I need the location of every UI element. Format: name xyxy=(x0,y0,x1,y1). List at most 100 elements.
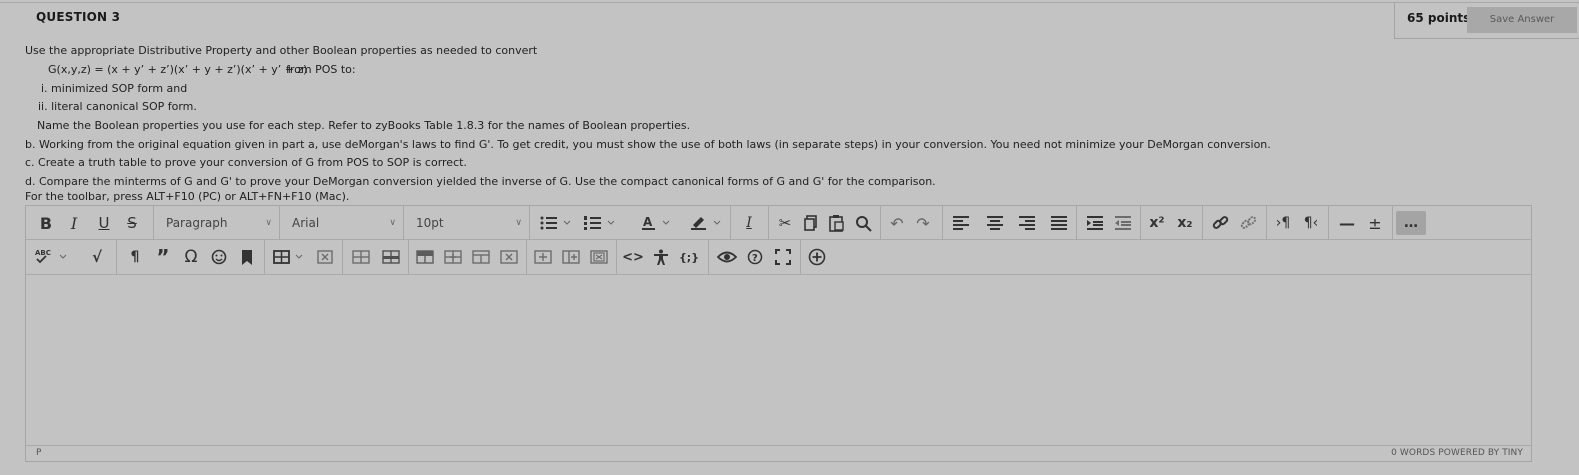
question-part-c: c. Create a truth table to prove your co… xyxy=(25,156,467,169)
accessibility-icon[interactable] xyxy=(648,245,674,269)
question-name-props: Name the Boolean properties you use for … xyxy=(37,119,691,132)
font-family-value: Arial xyxy=(292,216,320,230)
chevron-down-icon: ∨ xyxy=(265,218,272,228)
table-delete-row-icon[interactable] xyxy=(586,245,612,269)
unlink-icon[interactable] xyxy=(1236,211,1262,235)
cut-icon[interactable]: ✂ xyxy=(772,211,798,235)
editor-content-area[interactable] xyxy=(26,276,1531,446)
question-part-b: b. Working from the original equation gi… xyxy=(25,138,1271,151)
paste-icon[interactable] xyxy=(824,211,850,235)
spellcheck-icon[interactable]: ABC xyxy=(32,245,72,269)
fullscreen-icon[interactable] xyxy=(770,245,796,269)
chevron-down-icon: ∨ xyxy=(389,218,396,228)
link-icon[interactable] xyxy=(1208,211,1234,235)
paragraph-mark-icon[interactable]: ¶ xyxy=(122,245,148,269)
font-family-dropdown[interactable]: Arial ∨ xyxy=(282,211,400,235)
ltr-icon[interactable]: ›¶ xyxy=(1270,211,1296,235)
redo-icon[interactable]: ↷ xyxy=(910,211,936,235)
math-icon[interactable]: √ xyxy=(84,245,110,269)
bookmark-icon[interactable] xyxy=(234,245,260,269)
table-row-before-icon[interactable] xyxy=(348,245,374,269)
align-right-icon[interactable] xyxy=(1014,211,1040,235)
toolbar-separator xyxy=(342,240,343,275)
help-icon[interactable]: ? xyxy=(742,245,768,269)
table-col-after-icon[interactable] xyxy=(440,245,466,269)
question-part-d: d. Compare the minterms of G and G' to p… xyxy=(25,175,936,188)
add-content-icon[interactable] xyxy=(804,245,830,269)
toolbar-separator xyxy=(408,240,409,275)
rich-text-editor: B I U S Paragraph ∨ Arial ∨ 10pt ∨ A I ✂… xyxy=(25,205,1532,462)
numbered-list-icon[interactable] xyxy=(580,211,620,235)
toolbar-separator xyxy=(730,206,731,240)
editor-statusbar: P 0 WORDS POWERED BY TINY xyxy=(26,445,1531,461)
outdent-icon[interactable] xyxy=(1110,211,1136,235)
justify-icon[interactable] xyxy=(1046,211,1072,235)
strikethrough-icon[interactable]: S xyxy=(120,211,144,235)
block-format-value: Paragraph xyxy=(166,216,228,230)
subscript-icon[interactable]: x₂ xyxy=(1172,211,1198,235)
question-equation: G(x,y,z) = (x + y’ + z’)(x’ + y + z’)(x’… xyxy=(48,63,308,76)
chevron-down-icon: ∨ xyxy=(515,218,522,228)
toolbar-separator xyxy=(153,206,154,240)
toolbar-hint: For the toolbar, press ALT+F10 (PC) or A… xyxy=(25,190,350,203)
points-box: 65 points Save Answer xyxy=(1394,3,1579,39)
toolbar-separator xyxy=(1328,206,1329,240)
editor-toolbar-primary: B I U S Paragraph ∨ Arial ∨ 10pt ∨ A I ✂… xyxy=(26,206,1531,240)
align-left-icon[interactable] xyxy=(948,211,974,235)
toolbar-separator xyxy=(616,240,617,275)
svg-text:?: ? xyxy=(752,253,758,264)
toolbar-separator xyxy=(942,206,943,240)
bullet-list-icon[interactable] xyxy=(536,211,576,235)
align-center-icon[interactable] xyxy=(982,211,1008,235)
toolbar-separator xyxy=(116,240,117,275)
clear-format-icon[interactable]: I xyxy=(736,211,762,235)
superscript-icon[interactable]: x² xyxy=(1144,211,1170,235)
table-insert-col-icon[interactable] xyxy=(558,245,584,269)
plus-minus-icon[interactable]: ± xyxy=(1362,211,1388,235)
points-value: 65 points xyxy=(1407,11,1471,25)
table-delete-col-icon[interactable] xyxy=(496,245,522,269)
top-divider xyxy=(0,2,1579,3)
question-item-i: i. minimized SOP form and xyxy=(41,82,188,95)
highlight-icon[interactable] xyxy=(687,211,727,235)
code-sample-icon[interactable]: {;} xyxy=(676,245,702,269)
bold-icon[interactable]: B xyxy=(34,211,58,235)
delete-table-icon[interactable] xyxy=(312,245,338,269)
omega-icon[interactable]: Ω xyxy=(178,245,204,269)
question-intro: Use the appropriate Distributive Propert… xyxy=(25,44,538,57)
underline-icon[interactable]: U xyxy=(92,211,116,235)
table-merge-icon[interactable] xyxy=(468,245,494,269)
table-col-before-icon[interactable] xyxy=(412,245,438,269)
toolbar-separator xyxy=(1202,206,1203,240)
toolbar-separator xyxy=(529,206,530,240)
toolbar-separator xyxy=(708,240,709,275)
italic-icon[interactable]: I xyxy=(62,211,86,235)
more-icon[interactable]: … xyxy=(1396,211,1426,235)
toolbar-separator xyxy=(880,206,881,240)
block-format-dropdown[interactable]: Paragraph ∨ xyxy=(156,211,276,235)
question-title: QUESTION 3 xyxy=(36,10,121,24)
search-icon[interactable] xyxy=(850,211,876,235)
undo-icon[interactable]: ↶ xyxy=(884,211,910,235)
rtl-icon[interactable]: ¶‹ xyxy=(1298,211,1324,235)
font-size-value: 10pt xyxy=(416,216,444,230)
text-color-icon[interactable]: A xyxy=(638,211,678,235)
save-answer-button[interactable]: Save Answer xyxy=(1467,7,1577,33)
table-row-after-icon[interactable] xyxy=(378,245,404,269)
table-insert-row-icon[interactable] xyxy=(530,245,556,269)
toolbar-separator xyxy=(279,206,280,240)
copy-icon[interactable] xyxy=(798,211,824,235)
horizontal-rule-icon[interactable]: — xyxy=(1334,211,1360,235)
preview-icon[interactable] xyxy=(714,245,740,269)
quote-icon[interactable]: ” xyxy=(150,245,176,269)
toolbar-separator xyxy=(768,206,769,240)
toolbar-separator xyxy=(1140,206,1141,240)
emoji-icon[interactable] xyxy=(206,245,232,269)
table-icon[interactable] xyxy=(270,245,310,269)
toolbar-separator xyxy=(1076,206,1077,240)
toolbar-separator xyxy=(800,240,801,275)
element-path[interactable]: P xyxy=(36,448,41,458)
indent-icon[interactable] xyxy=(1082,211,1108,235)
font-size-dropdown[interactable]: 10pt ∨ xyxy=(406,211,526,235)
code-icon[interactable]: <> xyxy=(620,245,646,269)
